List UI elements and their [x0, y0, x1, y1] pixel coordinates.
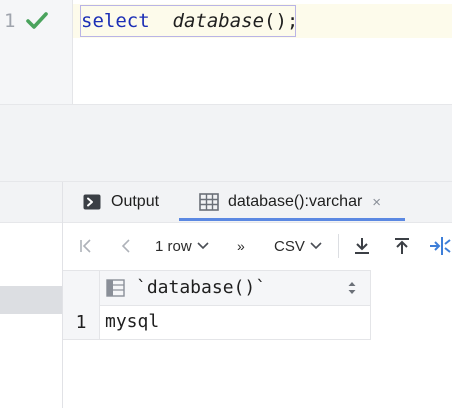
sql-editor[interactable]: 1 select database();	[0, 0, 452, 104]
tab-result[interactable]: database():varchar ×	[199, 182, 381, 222]
chevron-left-icon	[121, 239, 130, 253]
compare-arrows-icon	[430, 237, 451, 255]
console-icon	[83, 194, 101, 210]
grid-column-divider	[370, 270, 371, 339]
services-tree-header	[0, 182, 62, 223]
export-data-button[interactable]	[352, 226, 372, 266]
import-data-button[interactable]	[392, 226, 412, 266]
tab-output[interactable]: Output	[83, 182, 159, 222]
results-panel: Output database():varchar × 1 row » CSV …	[63, 182, 452, 408]
page-size-dropdown[interactable]: 1 row	[155, 226, 210, 266]
results-toolbar: 1 row » CSV	[63, 226, 452, 266]
editor-gutter: 1	[0, 0, 73, 104]
more-pages-button[interactable]: »	[237, 226, 245, 266]
first-page-icon	[80, 239, 91, 253]
column-header-title[interactable]: `database()`	[136, 277, 266, 298]
download-icon	[355, 238, 369, 254]
services-header-band	[0, 141, 452, 182]
compare-button[interactable]	[429, 226, 452, 266]
table-cell[interactable]: mysql	[105, 311, 159, 332]
statement-selection-box	[80, 5, 296, 37]
tab-output-label: Output	[111, 193, 160, 210]
column-icon	[106, 279, 125, 297]
export-format-dropdown[interactable]: CSV	[274, 226, 323, 266]
toolbar-separator	[338, 234, 339, 258]
previous-page-button[interactable]	[119, 226, 133, 266]
double-chevron-icon: »	[237, 238, 245, 254]
first-page-button[interactable]	[77, 226, 95, 266]
checkmark-icon	[26, 12, 48, 29]
chevron-down-icon	[310, 242, 322, 250]
table-icon	[199, 193, 219, 211]
services-tree-panel[interactable]	[0, 182, 63, 408]
sort-icon[interactable]	[347, 280, 357, 296]
chevron-down-icon	[197, 242, 209, 250]
results-tab-bar: Output database():varchar ×	[63, 182, 452, 223]
export-format-label: CSV	[274, 237, 305, 255]
page-size-label: 1 row	[155, 237, 192, 255]
grid-header: `database()`	[63, 270, 371, 306]
close-icon[interactable]: ×	[372, 194, 381, 211]
row-number-header	[63, 271, 100, 305]
tab-result-label: database():varchar	[228, 193, 363, 210]
upload-icon	[395, 238, 409, 254]
line-number: 1	[4, 10, 16, 32]
row-number: 1	[63, 305, 100, 339]
panel-divider-band	[0, 104, 452, 142]
table-row[interactable]: 1 mysql	[63, 305, 371, 340]
services-tree-selected-item[interactable]	[0, 286, 62, 314]
active-tab-indicator	[179, 218, 405, 221]
